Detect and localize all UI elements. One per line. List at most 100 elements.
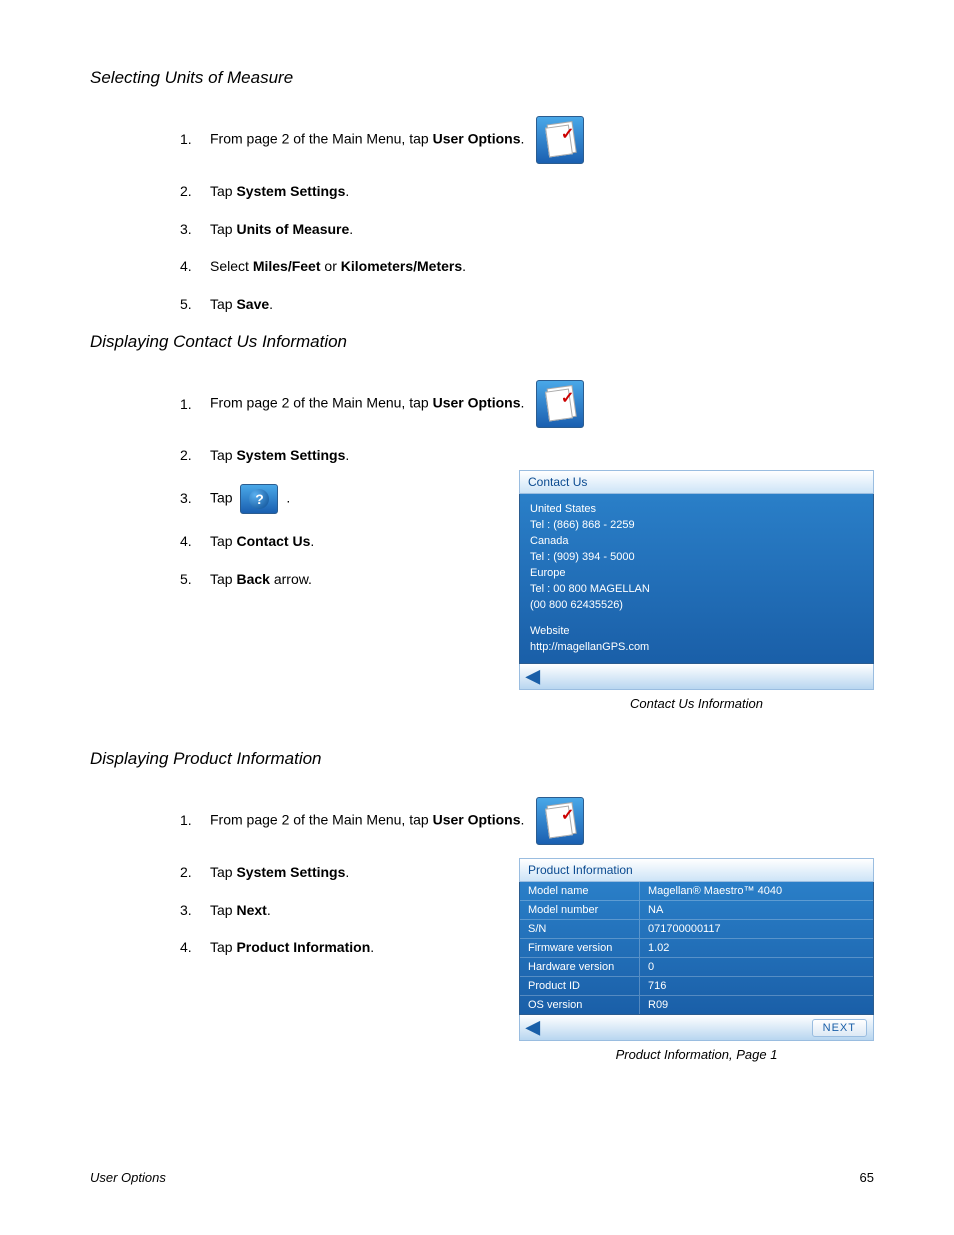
page-footer: User Options 65 <box>90 1170 874 1185</box>
step: 4. Select Miles/Feet or Kilometers/Meter… <box>180 257 854 277</box>
t: . <box>520 131 524 147</box>
cell-key: Product ID <box>520 977 640 995</box>
line: United States <box>530 502 863 518</box>
step: 1. From page 2 of the Main Menu, tap Use… <box>180 116 854 164</box>
step-text: Tap Save. <box>210 295 854 315</box>
b: Back <box>236 571 269 587</box>
cell-key: OS version <box>520 996 640 1014</box>
step-num: 4. <box>180 257 210 277</box>
t: . <box>345 864 349 880</box>
cell-val: Magellan® Maestro™ 4040 <box>640 882 873 900</box>
b: Miles/Feet <box>253 258 321 274</box>
t: Tap <box>210 183 236 199</box>
screenshot-product-info: Product Information Model nameMagellan® … <box>519 858 874 1062</box>
line <box>530 614 863 624</box>
steps-units: 1. From page 2 of the Main Menu, tap Use… <box>180 116 854 314</box>
footer-section: User Options <box>90 1170 166 1185</box>
step-num: 1. <box>180 130 210 150</box>
screenshot-header: Product Information <box>519 858 874 882</box>
cell-val: 716 <box>640 977 873 995</box>
t: Tap <box>210 447 236 463</box>
b: System Settings <box>236 183 345 199</box>
b: System Settings <box>236 864 345 880</box>
page-number: 65 <box>860 1170 874 1185</box>
step-num: 4. <box>180 938 210 958</box>
cell-val: 071700000117 <box>640 920 873 938</box>
t: . <box>286 490 290 506</box>
t: Tap <box>210 902 236 918</box>
next-button[interactable]: NEXT <box>812 1019 867 1037</box>
cell-key: Model number <box>520 901 640 919</box>
line: Tel : (909) 394 - 5000 <box>530 550 863 566</box>
step-text: Tap System Settings. <box>210 446 854 466</box>
step: 2. Tap System Settings. <box>180 446 854 466</box>
t: arrow. <box>270 571 312 587</box>
t: . <box>269 296 273 312</box>
line: (00 800 62435526) <box>530 598 863 614</box>
b: Product Information <box>236 939 370 955</box>
step-num: 2. <box>180 863 210 883</box>
cell-val: 1.02 <box>640 939 873 957</box>
help-icon <box>240 484 278 514</box>
caption: Product Information, Page 1 <box>519 1047 874 1062</box>
cell-val: 0 <box>640 958 873 976</box>
step-num: 3. <box>180 901 210 921</box>
table-row: OS versionR09 <box>520 996 873 1014</box>
step-text: From page 2 of the Main Menu, tap User O… <box>210 380 854 428</box>
line: http://magellanGPS.com <box>530 640 863 656</box>
step: 5. Tap Save. <box>180 295 854 315</box>
t: . <box>345 183 349 199</box>
cell-key: Model name <box>520 882 640 900</box>
step-num: 3. <box>180 489 210 509</box>
step-text: Select Miles/Feet or Kilometers/Meters. <box>210 257 854 277</box>
step-num: 3. <box>180 220 210 240</box>
line: Website <box>530 624 863 640</box>
t: or <box>321 258 341 274</box>
t: From page 2 of the Main Menu, tap <box>210 131 433 147</box>
t: Tap <box>210 296 236 312</box>
cell-key: Firmware version <box>520 939 640 957</box>
screenshot-footer: ◀ <box>519 664 874 690</box>
b: Save <box>236 296 269 312</box>
t: Tap <box>210 571 236 587</box>
t: Tap <box>210 221 236 237</box>
t: Select <box>210 258 253 274</box>
cell-val: NA <box>640 901 873 919</box>
b: System Settings <box>236 447 345 463</box>
cell-key: Hardware version <box>520 958 640 976</box>
step-num: 1. <box>180 811 210 831</box>
back-arrow-icon[interactable]: ◀ <box>526 666 540 687</box>
user-options-icon <box>536 116 584 164</box>
screenshot-header: Contact Us <box>519 470 874 494</box>
b: Units of Measure <box>236 221 349 237</box>
t: . <box>520 395 524 411</box>
b: User Options <box>433 395 521 411</box>
t: Tap <box>210 939 236 955</box>
step: 3. Tap Units of Measure. <box>180 220 854 240</box>
line: Europe <box>530 566 863 582</box>
b: Kilometers/Meters <box>341 258 462 274</box>
t: Tap <box>210 864 236 880</box>
t: . <box>345 447 349 463</box>
heading-product: Displaying Product Information <box>90 749 874 769</box>
line: Canada <box>530 534 863 550</box>
t: Tap <box>210 533 236 549</box>
screenshot-contact-us: Contact Us United States Tel : (866) 868… <box>519 470 874 711</box>
step-num: 2. <box>180 446 210 466</box>
t: . <box>462 258 466 274</box>
line: Tel : 00 800 MAGELLAN <box>530 582 863 598</box>
cell-key: S/N <box>520 920 640 938</box>
cell-val: R09 <box>640 996 873 1014</box>
t: From page 2 of the Main Menu, tap <box>210 395 433 411</box>
t: . <box>520 812 524 828</box>
t: Tap <box>210 490 236 506</box>
table-row: Hardware version0 <box>520 958 873 977</box>
t: From page 2 of the Main Menu, tap <box>210 812 433 828</box>
b: Contact Us <box>236 533 310 549</box>
t: . <box>267 902 271 918</box>
step: 1. From page 2 of the Main Menu, tap Use… <box>180 380 854 428</box>
step-num: 2. <box>180 182 210 202</box>
step: 2. Tap System Settings. <box>180 182 854 202</box>
back-arrow-icon[interactable]: ◀ <box>526 1017 540 1038</box>
screenshot-footer: ◀ NEXT <box>519 1015 874 1041</box>
